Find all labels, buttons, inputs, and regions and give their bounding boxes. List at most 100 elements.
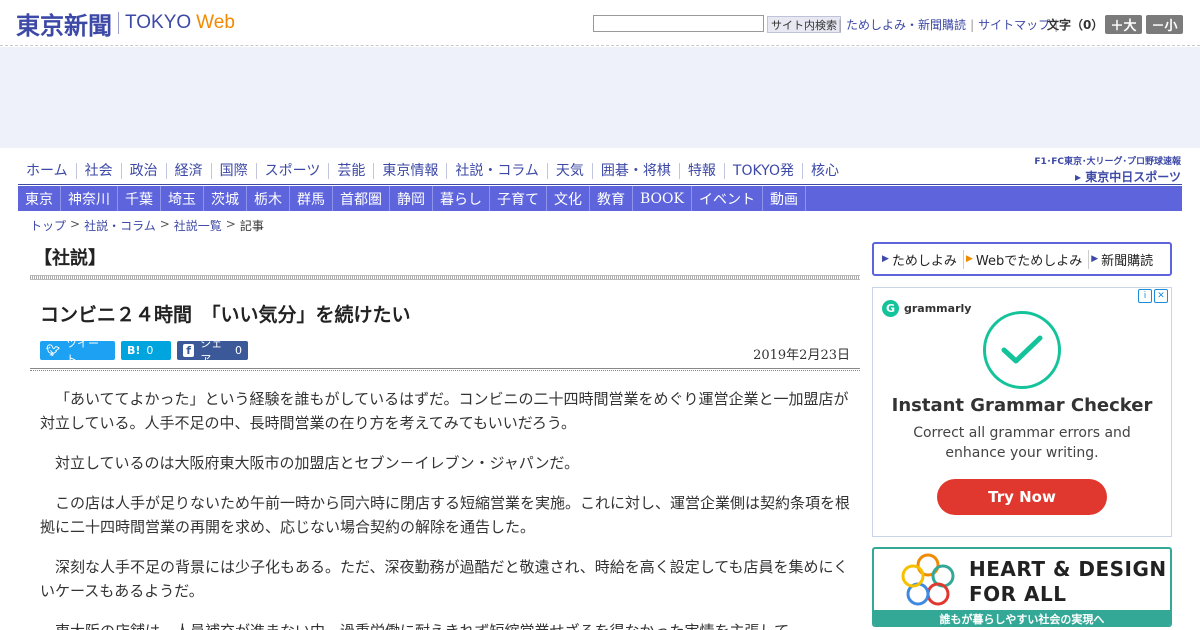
nav-item-economy[interactable]: 経済 <box>167 163 212 179</box>
chunichi-sports-link[interactable]: F1･FC東京･大リーグ･プロ野球速報 ▸ 東京中日スポーツ <box>1025 154 1181 185</box>
nav-item-tokyo-info[interactable]: 東京情報 <box>374 163 448 179</box>
top-link-subscribe[interactable]: ためしよみ・新聞購読 <box>846 16 966 33</box>
hatena-bookmark-button[interactable]: B! 0 <box>121 341 171 360</box>
nav-item-sports[interactable]: スポーツ <box>257 163 330 179</box>
nav-divider <box>18 184 1182 185</box>
top-ad-banner <box>0 47 1200 148</box>
nav-item-society[interactable]: 社会 <box>77 163 122 179</box>
link-subscribe-label: 新聞購読 <box>1101 253 1154 269</box>
topic-education[interactable]: 教育 <box>590 186 633 211</box>
article-paragraph: この店は人手が足りないため午前一時から同六時に閉店する短縮営業を実施。これに対し… <box>40 494 851 536</box>
region-shizuoka[interactable]: 静岡 <box>390 186 433 211</box>
top-link-sitemap[interactable]: サイトマップ <box>978 16 1050 33</box>
ad-subtext: Correct all grammar errors and enhance y… <box>913 425 1131 461</box>
flower-logo-icon <box>901 553 955 606</box>
nav-item-entertainment[interactable]: 芸能 <box>329 163 375 179</box>
region-gunma[interactable]: 群馬 <box>290 186 333 211</box>
chunichi-tagline: F1･FC東京･大リーグ･プロ野球速報 <box>1034 157 1181 167</box>
topic-video[interactable]: 動画 <box>763 186 806 211</box>
breadcrumb: トップ > 社説・コラム > 社説一覧 > 記事 <box>30 217 264 234</box>
arrow-icon: ▶ <box>1091 254 1099 264</box>
search-button[interactable]: サイト内検索 <box>767 16 841 33</box>
facebook-share-count: 0 <box>235 344 242 357</box>
tweet-label: ツイート <box>65 336 99 366</box>
region-kanagawa[interactable]: 神奈川 <box>61 186 118 211</box>
region-tochigi[interactable]: 栃木 <box>247 186 290 211</box>
article-body: 「あいててよかった」という経験を誰もがしているはずだ。コンビニの二十四時間営業を… <box>40 387 850 630</box>
site-header: 東京新聞 TOKYO Web サイト内検索 | ためしよみ・新聞購読 | サイト… <box>0 0 1200 46</box>
region-saitama[interactable]: 埼玉 <box>161 186 204 211</box>
region-tokyo[interactable]: 東京 <box>18 186 61 211</box>
arrow-icon: ▶ <box>882 254 889 264</box>
link-trial[interactable]: ▶ ためしよみ <box>880 249 964 269</box>
article-paragraph: 深刻な人手不足の背景には少子化もある。ただ、深夜勤務が過酷だと敬遠され、時給を高… <box>40 558 849 600</box>
region-chiba[interactable]: 千葉 <box>118 186 161 211</box>
grammarly-ad[interactable]: i ✕ G grammarly Instant Grammar Checker … <box>872 287 1172 537</box>
ad-choices[interactable]: i ✕ <box>1138 289 1168 303</box>
logo-tokyo: TOKYO <box>125 12 192 33</box>
tweet-button[interactable]: 🐦︎ ツイート <box>40 337 115 366</box>
article-date: 2019年2月23日 <box>753 348 850 363</box>
breadcrumb-current: 記事 <box>239 219 264 233</box>
facebook-share-button[interactable]: f シェア 0 <box>177 337 248 366</box>
topic-living[interactable]: 暮らし <box>433 186 490 211</box>
main-nav: ホーム 社会 政治 経済 国際 スポーツ 芸能 東京情報 社説・コラム 天気 囲… <box>18 158 847 184</box>
checkmark-icon <box>983 311 1061 389</box>
article-paragraph: 東大阪の店舗は、人員補充が進まない中、過重労働に耐えきれず短縮営業せざるを得なか… <box>40 619 850 630</box>
twitter-icon: 🐦︎ <box>46 344 60 357</box>
logo-divider <box>118 12 119 34</box>
site-logo[interactable]: 東京新聞 TOKYO Web <box>16 8 235 40</box>
search-input[interactable] <box>593 15 764 32</box>
ad2-band: 誰もが暮らしやすい社会の実現へ <box>874 610 1170 625</box>
article-paragraph: 「あいててよかった」という経験を誰もがしているはずだ。コンビニの二十四時間営業を… <box>40 390 849 432</box>
subscription-links: ▶ ためしよみ ▶ Webでためしよみ ▶ 新聞購読 <box>872 242 1172 276</box>
ad-headline: Instant Grammar Checker <box>891 395 1153 416</box>
grammarly-logo-icon: G <box>882 300 899 317</box>
top-links: | ためしよみ・新聞購読 | サイトマップ | <box>838 16 1059 33</box>
hatena-icon: B! <box>127 344 141 357</box>
breadcrumb-editorial[interactable]: 社説・コラム <box>84 217 156 234</box>
chunichi-logo: ▸ 東京中日スポーツ <box>1075 170 1181 184</box>
ad-cta-button[interactable]: Try Now <box>937 479 1107 515</box>
article-divider <box>30 368 860 371</box>
nav-item-home[interactable]: ホーム <box>18 163 77 179</box>
breadcrumb-editorial-list[interactable]: 社説一覧 <box>174 217 222 234</box>
logo-web: Web <box>196 12 235 33</box>
ad2-headline-2: FOR ALL <box>969 582 1067 606</box>
nav-item-tokyo-hatsu[interactable]: TOKYO発 <box>725 163 803 179</box>
article-paragraph: 対立しているのは大阪府東大阪市の加盟店とセブン－イレブン・ジャパンだ。 <box>55 454 580 472</box>
ad-info-icon[interactable]: i <box>1138 289 1152 303</box>
ad-brand: G grammarly <box>882 300 971 317</box>
ad2-headline-1: HEART & DESIGN <box>969 557 1167 581</box>
article-title: コンビニ２４時間 「いい気分」を続けたい <box>40 304 411 326</box>
ad-close-icon[interactable]: ✕ <box>1154 289 1168 303</box>
ad-brand-name: grammarly <box>904 302 972 315</box>
nav-item-go-shogi[interactable]: 囲碁・将棋 <box>593 163 680 179</box>
region-nav: 東京 神奈川 千葉 埼玉 茨城 栃木 群馬 首都圏 静岡 暮らし 子育て 文化 … <box>18 186 1182 211</box>
section-title: 【社説】 <box>34 248 106 269</box>
nav-item-editorial[interactable]: 社説・コラム <box>447 163 548 179</box>
nav-item-tokuho[interactable]: 特報 <box>680 163 725 179</box>
logo-jp: 東京新聞 <box>16 10 112 40</box>
topic-event[interactable]: イベント <box>692 186 763 211</box>
nav-item-kakushin[interactable]: 核心 <box>803 163 847 179</box>
link-subscribe[interactable]: ▶ 新聞購読 <box>1089 250 1159 269</box>
font-bigger-button[interactable]: ＋大 <box>1105 15 1142 34</box>
breadcrumb-top[interactable]: トップ <box>30 217 66 234</box>
font-smaller-button[interactable]: －小 <box>1146 15 1183 34</box>
region-ibaraki[interactable]: 茨城 <box>204 186 247 211</box>
topic-book[interactable]: BOOK <box>633 186 692 211</box>
topic-parenting[interactable]: 子育て <box>490 186 547 211</box>
nav-item-weather[interactable]: 天気 <box>548 163 593 179</box>
nav-item-world[interactable]: 国際 <box>212 163 257 179</box>
link-trial-label: ためしよみ <box>891 253 957 269</box>
nav-item-politics[interactable]: 政治 <box>122 163 167 179</box>
facebook-icon: f <box>183 344 195 357</box>
heart-design-ad[interactable]: HEART & DESIGN FOR ALL 誰もが暮らしやすい社会の実現へ <box>872 547 1172 627</box>
link-web-trial[interactable]: ▶ Webでためしよみ <box>964 249 1090 269</box>
font-size-label: 文字（0） <box>1047 18 1104 32</box>
region-shutoken[interactable]: 首都圏 <box>333 186 390 211</box>
facebook-share-label: シェア <box>200 336 223 366</box>
arrow-icon: ▶ <box>965 254 973 264</box>
topic-culture[interactable]: 文化 <box>547 186 590 211</box>
